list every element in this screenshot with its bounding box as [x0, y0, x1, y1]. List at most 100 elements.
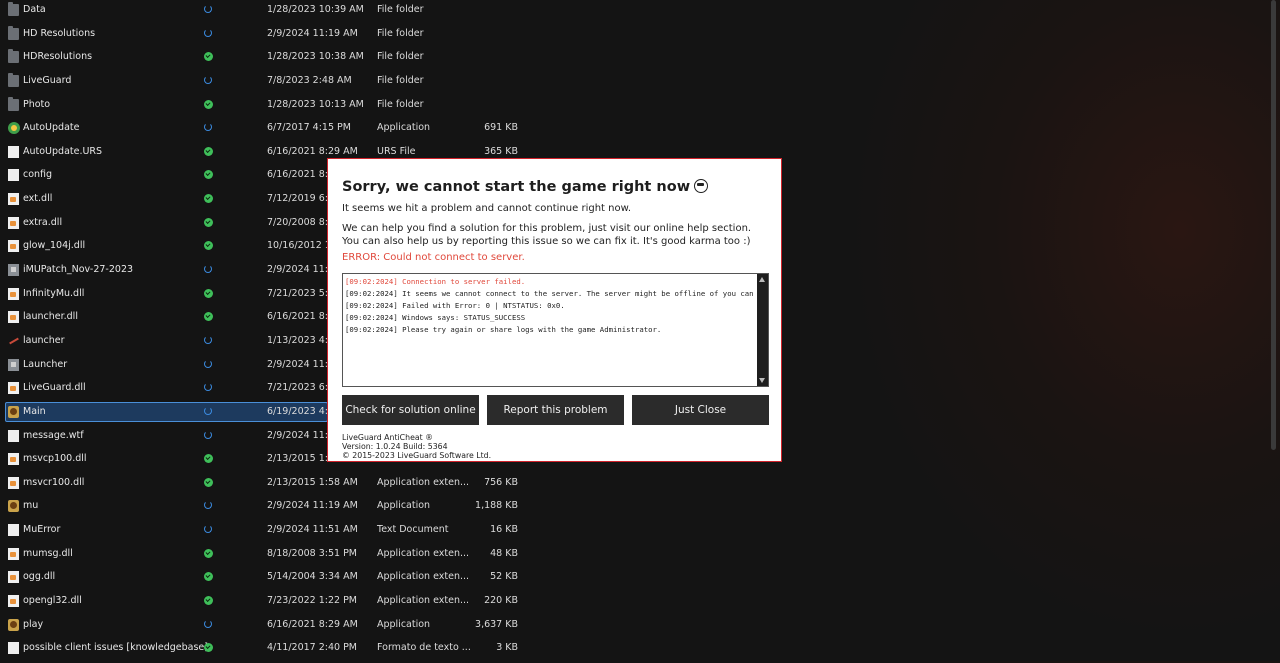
- exe-icon: [8, 358, 19, 371]
- sync-ok-icon: [204, 99, 213, 109]
- file-date: 6/7/2017 4:15 PM: [267, 122, 351, 134]
- file-row[interactable]: Data 1/28/2023 10:39 AM File folder: [0, 0, 530, 21]
- sync-ok-icon: [204, 454, 213, 464]
- dll-icon: [8, 382, 19, 395]
- check-solution-online-button[interactable]: Check for solution online: [342, 395, 479, 425]
- sync-ok-icon: [204, 241, 213, 251]
- file-date: 1/28/2023 10:13 AM: [267, 98, 364, 110]
- file-type: Application exten...: [377, 547, 470, 559]
- file-date: 6/16/2021 8:29 AM: [267, 618, 358, 630]
- file-name: mumsg.dll: [23, 547, 73, 559]
- dll-icon: [8, 240, 19, 253]
- dialog-subtitle: It seems we hit a problem and cannot con…: [342, 203, 632, 214]
- file-row[interactable]: Photo 1/28/2023 10:13 AM File folder: [0, 94, 530, 116]
- sync-ok-icon: [204, 643, 213, 653]
- log-line: [09:02:2024] Please try again or share l…: [345, 325, 662, 334]
- file-size: 52 KB: [490, 571, 518, 583]
- sync-ok-icon: [204, 477, 213, 487]
- sync-pending-icon: [204, 265, 212, 274]
- report-problem-button[interactable]: Report this problem: [487, 395, 624, 425]
- file-type: Text Document: [377, 524, 449, 536]
- sync-pending-icon: [204, 430, 212, 439]
- folder-icon: [8, 25, 19, 40]
- file-size: 16 KB: [490, 524, 518, 536]
- scroll-up-arrow-icon[interactable]: [759, 277, 765, 282]
- sync-ok-icon: [204, 596, 213, 605]
- file-name: launcher.dll: [23, 311, 78, 323]
- file-name: config: [23, 169, 53, 181]
- file-type: Application: [377, 122, 431, 134]
- folder-icon: [8, 49, 19, 64]
- file-name: glow_104j.dll: [23, 240, 86, 252]
- file-size: 691 KB: [484, 122, 518, 134]
- file-row[interactable]: mu 2/9/2024 11:19 AM Application 1,188 KB: [0, 495, 530, 517]
- file-type: Application: [377, 500, 431, 512]
- folder-icon: [8, 96, 19, 111]
- sync-pending-icon: [204, 359, 212, 368]
- log-line: [09:02:2024] Connection to server failed…: [345, 277, 526, 286]
- file-row[interactable]: HD Resolutions 2/9/2024 11:19 AM File fold…: [0, 23, 530, 45]
- file-date: 2/13/2015 1:58 AM: [267, 476, 358, 488]
- dll-icon: [8, 547, 19, 560]
- dialog-help-text: We can help you find a solution for this…: [342, 223, 752, 247]
- file-row[interactable]: ogg.dll 5/14/2004 3:34 AM Application exte…: [0, 566, 530, 588]
- log-scrollbar[interactable]: [757, 274, 768, 386]
- file-row[interactable]: MuError 2/9/2024 11:51 AM Text Document 16 …: [0, 519, 530, 541]
- just-close-button[interactable]: Just Close: [632, 395, 769, 425]
- file-name: MuError: [23, 524, 61, 536]
- file-type: Application exten...: [377, 595, 470, 606]
- sync-ok-icon: [204, 548, 213, 558]
- file-type: Application exten...: [377, 571, 470, 583]
- sync-ok-icon: [204, 146, 213, 156]
- file-name: ogg.dll: [23, 571, 56, 583]
- file-row[interactable]: play 6/16/2021 8:29 AM Application 3,637 KB: [0, 614, 530, 636]
- file-date: 8/18/2008 3:51 PM: [267, 547, 358, 559]
- file-type: File folder: [377, 74, 424, 86]
- launcher-icon: [8, 335, 19, 347]
- file-size: 3 KB: [496, 642, 518, 654]
- document-icon: [8, 145, 19, 158]
- sync-ok-icon: [204, 572, 213, 582]
- scroll-down-arrow-icon[interactable]: [759, 378, 765, 383]
- app-icon: [8, 122, 20, 135]
- footer-copyright: © 2015-2023 LiveGuard Software Ltd.: [342, 451, 492, 460]
- file-size: 48 KB: [490, 547, 518, 559]
- folder-icon: [8, 2, 19, 16]
- file-row[interactable]: HDResolutions 1/28/2023 10:38 AM File fold…: [0, 46, 530, 68]
- file-row[interactable]: AutoUpdate 6/7/2017 4:15 PM Application 691…: [0, 117, 530, 139]
- log-textarea[interactable]: [09:02:2024] Connection to server failed…: [342, 273, 769, 387]
- file-name: LiveGuard.dll: [23, 382, 86, 394]
- sync-ok-icon: [204, 52, 213, 62]
- file-name: Main: [23, 405, 46, 417]
- file-row[interactable]: msvcr100.dll 2/13/2015 1:58 AM Application…: [0, 472, 530, 494]
- sync-pending-icon: [204, 501, 212, 510]
- document-icon: [8, 169, 19, 182]
- file-type: File folder: [377, 4, 424, 15]
- file-row[interactable]: opengl32.dll 7/23/2022 1:22 PM Application…: [0, 590, 530, 612]
- file-name: Launcher: [23, 358, 68, 370]
- sync-ok-icon: [204, 194, 213, 204]
- file-type: File folder: [377, 27, 424, 39]
- file-name: possible client issues [knowledgebase]: [23, 642, 208, 654]
- file-size: 756 KB: [484, 476, 518, 488]
- file-date: 2/9/2024 11:19 AM: [267, 500, 358, 512]
- sync-ok-icon: [204, 312, 213, 322]
- file-date: 1/28/2023 10:38 AM: [267, 51, 364, 63]
- vertical-scrollbar[interactable]: [1271, 0, 1276, 450]
- dll-icon: [8, 571, 19, 584]
- file-name: HD Resolutions: [23, 27, 96, 39]
- file-row[interactable]: LiveGuard 7/8/2023 2:48 AM File folder: [0, 70, 530, 92]
- file-row[interactable]: mumsg.dll 8/18/2008 3:51 PM Application ex…: [0, 543, 530, 565]
- dialog-footer: LiveGuard AntiCheat ® Version: 1.0.24 Bu…: [342, 433, 491, 460]
- file-type: File folder: [377, 98, 424, 110]
- dll-icon: [8, 453, 19, 466]
- file-date: 4/11/2017 2:40 PM: [267, 642, 358, 654]
- file-type: File folder: [377, 51, 424, 63]
- file-date: 2/9/2024 11:19 AM: [267, 27, 358, 39]
- file-name: play: [23, 618, 44, 630]
- file-date: 7/23/2022 1:22 PM: [267, 595, 358, 606]
- dll-icon: [8, 595, 19, 607]
- log-lines: [09:02:2024] Connection to server failed…: [345, 276, 754, 336]
- file-row[interactable]: possible client issues [knowledgebase] 4/…: [0, 637, 530, 659]
- document-icon: [8, 429, 19, 442]
